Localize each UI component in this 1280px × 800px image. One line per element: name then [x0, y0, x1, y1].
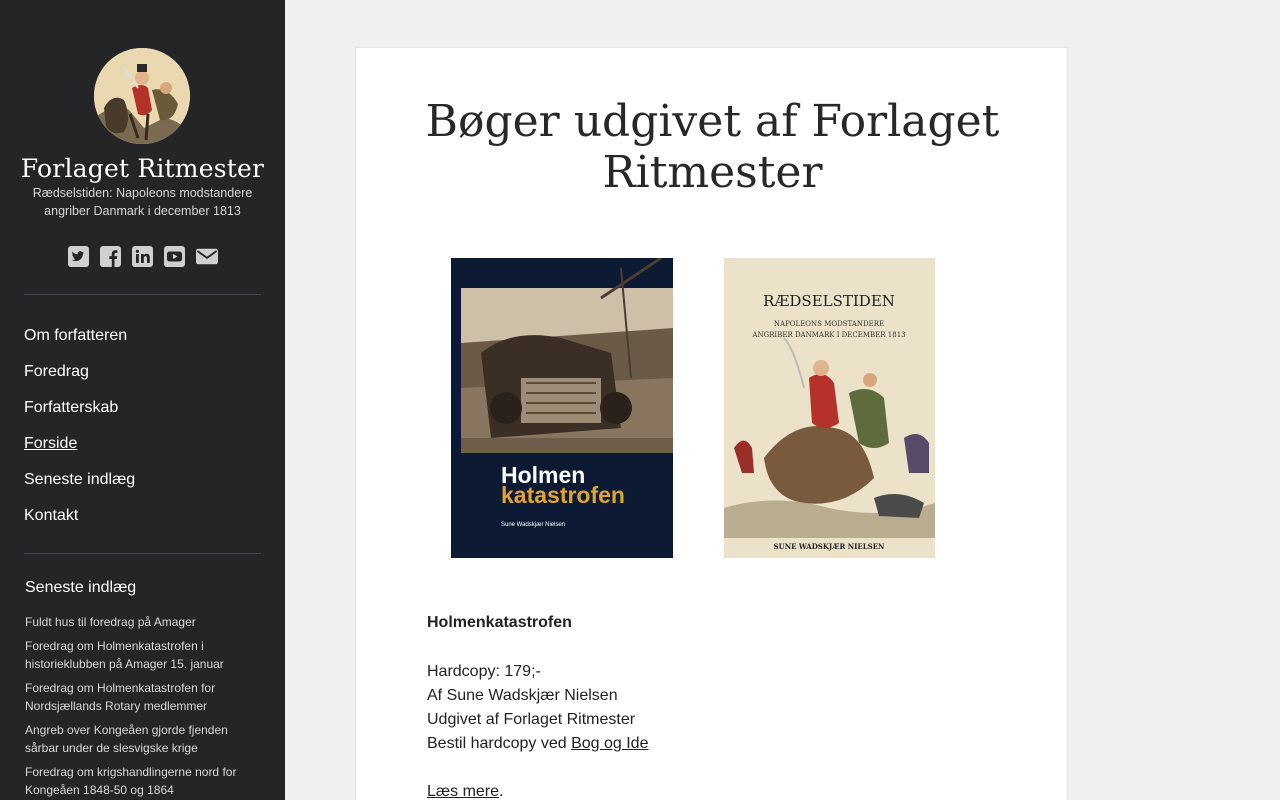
- recent-post-link[interactable]: Angreb over Kongeåen gjorde fjenden sårb…: [25, 721, 265, 757]
- book-heading: Holmenkatastrofen: [427, 614, 572, 631]
- nav-item-foredrag[interactable]: Foredrag: [24, 360, 261, 396]
- site-description: Rædselstiden: Napoleons modstandere angr…: [32, 186, 253, 218]
- order-prefix: Bestil hardcopy ved: [427, 735, 572, 752]
- twitter-icon[interactable]: [68, 245, 90, 267]
- read-more-link[interactable]: Læs mere: [427, 783, 499, 800]
- cover-author: Sune Wadskjær Nielsen: [501, 522, 565, 528]
- order-link[interactable]: Bog og Ide: [571, 735, 648, 752]
- recent-post-link[interactable]: Foredrag om krigshandlingerne nord for K…: [25, 763, 265, 799]
- linkedin-icon[interactable]: [132, 245, 154, 267]
- recent-post-link[interactable]: Fuldt hus til foredrag på Amager: [25, 613, 265, 631]
- youtube-icon[interactable]: [164, 245, 186, 267]
- main-menu: Om forfatteren Foredrag Forfatterskab Fo…: [24, 324, 261, 540]
- social-links: [0, 245, 285, 267]
- book-author: Af Sune Wadskjær Nielsen: [427, 687, 618, 704]
- recent-post-link[interactable]: Foredrag om Holmenkatastrofen i historie…: [25, 637, 265, 673]
- book-order: Bestil hardcopy ved Bog og Ide: [427, 732, 648, 756]
- content-card: Bøger udgivet af Forlaget Ritmester Holm…: [355, 47, 1068, 800]
- book-publisher: Udgivet af Forlaget Ritmester: [427, 711, 636, 728]
- cover-author: SUNE WADSKJÆR NIELSEN: [774, 542, 886, 551]
- sidebar: Forlaget Ritmester Rædselstiden: Napoleo…: [0, 0, 285, 800]
- sidebar-divider: [24, 294, 261, 295]
- nav-item-kontakt[interactable]: Kontakt: [24, 504, 261, 540]
- cover-subtitle-line2: ANGRIBER DANMARK I DECEMBER 1813: [751, 331, 905, 339]
- cover-title-line2: katastrofen: [501, 482, 625, 508]
- read-more-line: Læs mere.: [427, 780, 503, 800]
- recent-posts-list: Fuldt hus til foredrag på Amager Foredra…: [25, 613, 265, 800]
- cover-title: RÆDSELSTIDEN: [763, 292, 895, 310]
- nav-item-forside[interactable]: Forside: [24, 432, 261, 468]
- book-details: Hardcopy: 179;- Af Sune Wadskjær Nielsen…: [427, 660, 648, 756]
- nav-item-om-forfatteren[interactable]: Om forfatteren: [24, 324, 261, 360]
- email-icon[interactable]: [195, 245, 218, 267]
- read-more-suffix: .: [499, 783, 504, 800]
- recent-post-link[interactable]: Foredrag om Holmenkatastrofen for Nordsj…: [25, 679, 265, 715]
- nav-item-seneste-indlaeg[interactable]: Seneste indlæg: [24, 468, 261, 504]
- facebook-icon[interactable]: [100, 245, 122, 267]
- nav-item-forfatterskab[interactable]: Forfatterskab: [24, 396, 261, 432]
- recent-posts-title: Seneste indlæg: [25, 579, 137, 596]
- site-title[interactable]: Forlaget Ritmester: [0, 154, 285, 183]
- book-cover-holmenkatastrofen[interactable]: Holmen katastrofen Sune Wadskjær Nielsen: [451, 258, 673, 558]
- book-price: Hardcopy: 179;-: [427, 663, 541, 680]
- sidebar-divider: [24, 553, 261, 554]
- book-cover-raedselstiden[interactable]: RÆDSELSTIDEN NAPOLEONS MODSTANDERE ANGRI…: [724, 258, 935, 558]
- site-logo-avatar[interactable]: [94, 48, 190, 144]
- page-title: Bøger udgivet af Forlaget Ritmester: [425, 96, 1000, 198]
- cover-subtitle-line1: NAPOLEONS MODSTANDERE: [774, 320, 884, 328]
